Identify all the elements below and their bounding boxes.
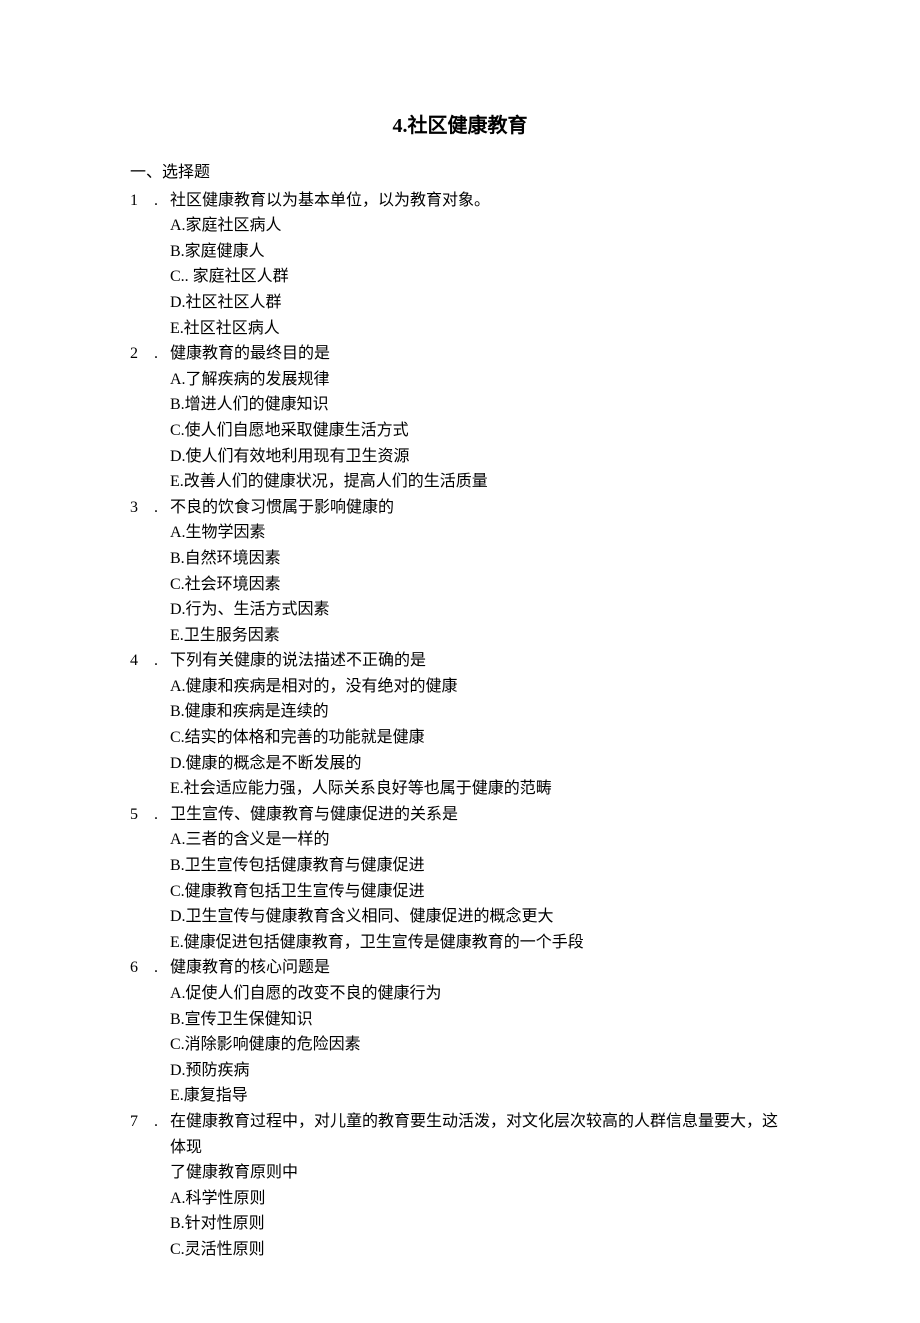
question-dot: . xyxy=(154,802,170,828)
option: B.自然环境因素 xyxy=(170,546,790,572)
question-dot: . xyxy=(154,341,170,367)
question-text: 卫生宣传、健康教育与健康促进的关系是 xyxy=(170,802,790,828)
question-text: 社区健康教育以为基本单位，以为教育对象。 xyxy=(170,188,790,214)
question-number: 7 xyxy=(130,1109,154,1135)
questions-container: 1.社区健康教育以为基本单位，以为教育对象。A.家庭社区病人B.家庭健康人C..… xyxy=(130,188,790,1263)
question-text: 健康教育的核心问题是 xyxy=(170,955,790,981)
option: C.社会环境因素 xyxy=(170,572,790,598)
option: C.结实的体格和完善的功能就是健康 xyxy=(170,725,790,751)
option: B.健康和疾病是连续的 xyxy=(170,699,790,725)
question-stem: 3.不良的饮食习惯属于影响健康的 xyxy=(130,495,790,521)
option: D.预防疾病 xyxy=(170,1058,790,1084)
option: E.卫生服务因素 xyxy=(170,623,790,649)
question-number: 6 xyxy=(130,955,154,981)
option: C.使人们自愿地采取健康生活方式 xyxy=(170,418,790,444)
option: E.改善人们的健康状况，提高人们的生活质量 xyxy=(170,469,790,495)
question-dot: . xyxy=(154,188,170,214)
document-page: 4.社区健康教育 一、选择题 1.社区健康教育以为基本单位，以为教育对象。A.家… xyxy=(0,0,920,1323)
question-dot: . xyxy=(154,1109,170,1135)
option: C.消除影响健康的危险因素 xyxy=(170,1032,790,1058)
option: A.家庭社区病人 xyxy=(170,213,790,239)
options-list: A.健康和疾病是相对的，没有绝对的健康B.健康和疾病是连续的C.结实的体格和完善… xyxy=(130,674,790,802)
question-text: 不良的饮食习惯属于影响健康的 xyxy=(170,495,790,521)
option: A.生物学因素 xyxy=(170,520,790,546)
option: D.社区社区人群 xyxy=(170,290,790,316)
option: B.家庭健康人 xyxy=(170,239,790,265)
question-stem: 5.卫生宣传、健康教育与健康促进的关系是 xyxy=(130,802,790,828)
option: D.使人们有效地利用现有卫生资源 xyxy=(170,444,790,470)
option: A.促使人们自愿的改变不良的健康行为 xyxy=(170,981,790,1007)
question-number: 1 xyxy=(130,188,154,214)
option: B.增进人们的健康知识 xyxy=(170,392,790,418)
options-list: A.三者的含义是一样的B.卫生宣传包括健康教育与健康促进C.健康教育包括卫生宣传… xyxy=(130,827,790,955)
option: C.灵活性原则 xyxy=(170,1237,790,1263)
question-number: 2 xyxy=(130,341,154,367)
options-list: A.了解疾病的发展规律B.增进人们的健康知识C.使人们自愿地采取健康生活方式D.… xyxy=(130,367,790,495)
question: 4.下列有关健康的说法描述不正确的是A.健康和疾病是相对的，没有绝对的健康B.健… xyxy=(130,648,790,802)
question-dot: . xyxy=(154,495,170,521)
option: E.康复指导 xyxy=(170,1083,790,1109)
question-dot: . xyxy=(154,648,170,674)
question-text: 下列有关健康的说法描述不正确的是 xyxy=(170,648,790,674)
question: 1.社区健康教育以为基本单位，以为教育对象。A.家庭社区病人B.家庭健康人C..… xyxy=(130,188,790,342)
options-list: A.科学性原则B.针对性原则C.灵活性原则 xyxy=(130,1186,790,1263)
options-list: A.促使人们自愿的改变不良的健康行为B.宣传卫生保健知识C.消除影响健康的危险因… xyxy=(130,981,790,1109)
option: C.健康教育包括卫生宣传与健康促进 xyxy=(170,879,790,905)
question: 2. 健康教育的最终目的是A.了解疾病的发展规律B.增进人们的健康知识C.使人们… xyxy=(130,341,790,495)
section-header: 一、选择题 xyxy=(130,160,790,186)
option: B.针对性原则 xyxy=(170,1211,790,1237)
question-text: 在健康教育过程中，对儿童的教育要生动活泼，对文化层次较高的人群信息量要大，这体现 xyxy=(170,1109,790,1160)
option: A.了解疾病的发展规律 xyxy=(170,367,790,393)
option: A.科学性原则 xyxy=(170,1186,790,1212)
question-text: 健康教育的最终目的是 xyxy=(170,341,790,367)
question-stem: 7.在健康教育过程中，对儿童的教育要生动活泼，对文化层次较高的人群信息量要大，这… xyxy=(130,1109,790,1160)
question: 5.卫生宣传、健康教育与健康促进的关系是A.三者的含义是一样的B.卫生宣传包括健… xyxy=(130,802,790,956)
option: A.健康和疾病是相对的，没有绝对的健康 xyxy=(170,674,790,700)
question: 3.不良的饮食习惯属于影响健康的A.生物学因素B.自然环境因素C.社会环境因素D… xyxy=(130,495,790,649)
question-stem: 2. 健康教育的最终目的是 xyxy=(130,341,790,367)
option: C.. 家庭社区人群 xyxy=(170,264,790,290)
question: 7.在健康教育过程中，对儿童的教育要生动活泼，对文化层次较高的人群信息量要大，这… xyxy=(130,1109,790,1263)
question-continuation: 了健康教育原则中 xyxy=(130,1160,790,1186)
question: 6. 健康教育的核心问题是A.促使人们自愿的改变不良的健康行为B.宣传卫生保健知… xyxy=(130,955,790,1109)
option: B.卫生宣传包括健康教育与健康促进 xyxy=(170,853,790,879)
question-number: 4 xyxy=(130,648,154,674)
question-stem: 1.社区健康教育以为基本单位，以为教育对象。 xyxy=(130,188,790,214)
option: E.社会适应能力强，人际关系良好等也属于健康的范畴 xyxy=(170,776,790,802)
option: D.健康的概念是不断发展的 xyxy=(170,751,790,777)
question-number: 3 xyxy=(130,495,154,521)
option: E.健康促进包括健康教育，卫生宣传是健康教育的一个手段 xyxy=(170,930,790,956)
option: D.行为、生活方式因素 xyxy=(170,597,790,623)
options-list: A.生物学因素B.自然环境因素C.社会环境因素D.行为、生活方式因素E.卫生服务… xyxy=(130,520,790,648)
question-number: 5 xyxy=(130,802,154,828)
question-stem: 4.下列有关健康的说法描述不正确的是 xyxy=(130,648,790,674)
option: A.三者的含义是一样的 xyxy=(170,827,790,853)
question-stem: 6. 健康教育的核心问题是 xyxy=(130,955,790,981)
option: B.宣传卫生保健知识 xyxy=(170,1007,790,1033)
question-dot: . xyxy=(154,955,170,981)
options-list: A.家庭社区病人B.家庭健康人C.. 家庭社区人群D.社区社区人群E.社区社区病… xyxy=(130,213,790,341)
option: D.卫生宣传与健康教育含义相同、健康促进的概念更大 xyxy=(170,904,790,930)
option: E.社区社区病人 xyxy=(170,316,790,342)
document-title: 4.社区健康教育 xyxy=(130,110,790,142)
